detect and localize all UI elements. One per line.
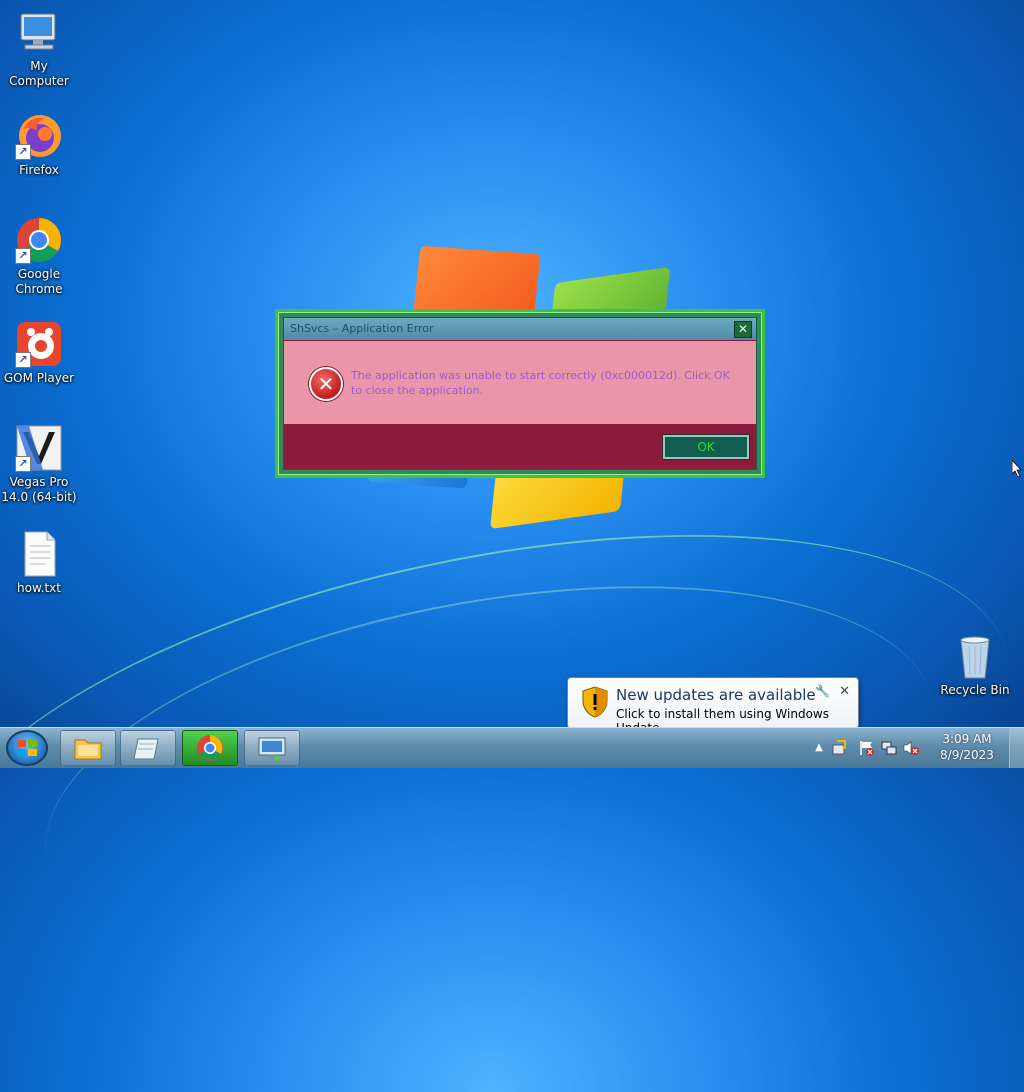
- desktop-icon-label: how.txt: [17, 581, 61, 595]
- dialog-frame: ShSvcs – Application Error ✕ ✕ The appli…: [283, 317, 757, 470]
- computer-icon: [15, 8, 63, 56]
- shortcut-arrow-icon: ↗: [15, 352, 31, 368]
- shortcut-arrow-icon: ↗: [15, 456, 31, 472]
- recycle-bin-icon: [951, 632, 999, 680]
- dialog-title: ShSvcs – Application Error: [284, 318, 756, 340]
- ok-button[interactable]: OK: [663, 435, 749, 459]
- notification-options-icon[interactable]: 🔧: [815, 684, 830, 698]
- windows-update-notification[interactable]: New updates are available Click to insta…: [567, 677, 859, 738]
- mouse-cursor-icon: [1012, 460, 1022, 478]
- system-tray: ▲ 3:09 AM 8/9/2023: [809, 728, 1024, 768]
- network-icon[interactable]: [881, 740, 897, 756]
- vegas-pro-icon: ↗: [15, 424, 63, 472]
- desktop-icon-recycle-bin[interactable]: Recycle Bin: [936, 632, 1014, 698]
- desktop-icon-label: Vegas Pro 14.0 (64-bit): [1, 475, 77, 504]
- volume-muted-icon[interactable]: [903, 740, 919, 756]
- application-error-dialog: ShSvcs – Application Error ✕ ✕ The appli…: [275, 309, 765, 478]
- security-shield-icon: [582, 686, 608, 718]
- windows-logo-icon: [17, 740, 37, 756]
- desktop-icon-label: GOM Player: [3, 371, 75, 385]
- desktop-icon-label: My Computer: [9, 59, 69, 88]
- taskbar-remote-desktop[interactable]: [244, 730, 300, 766]
- dialog-message: The application was unable to start corr…: [351, 369, 730, 397]
- desktop-icon-how-txt[interactable]: how.txt: [0, 530, 78, 596]
- chrome-icon: ↗: [15, 216, 63, 264]
- taskbar-windows-explorer[interactable]: [60, 730, 116, 766]
- desktop-icon-firefox[interactable]: ↗ Firefox: [0, 112, 78, 178]
- shortcut-arrow-icon: ↗: [15, 144, 31, 160]
- clock-date: 8/9/2023: [940, 748, 994, 762]
- notification-close-button[interactable]: ✕: [839, 684, 850, 699]
- dialog-body: ✕ The application was unable to start co…: [284, 341, 756, 424]
- chrome-icon: [197, 735, 223, 761]
- desktop-icon-google-chrome[interactable]: ↗ Google Chrome: [0, 216, 78, 297]
- desktop-icon-my-computer[interactable]: My Computer: [0, 8, 78, 89]
- error-icon: ✕: [309, 367, 343, 401]
- taskbar-google-chrome[interactable]: [182, 730, 238, 766]
- desktop-icon-label: Google Chrome: [15, 267, 63, 296]
- notification-title: New updates are available: [616, 686, 816, 704]
- gom-player-icon: ↗: [15, 320, 63, 368]
- desktop-icon-vegas-pro[interactable]: ↗ Vegas Pro 14.0 (64-bit): [0, 424, 78, 505]
- system-clock[interactable]: 3:09 AM 8/9/2023: [932, 731, 1002, 763]
- start-button[interactable]: [6, 730, 48, 766]
- shortcut-arrow-icon: ↗: [15, 248, 31, 264]
- clock-time: 3:09 AM: [942, 732, 992, 746]
- desktop-icon-gom-player[interactable]: ↗ GOM Player: [0, 320, 78, 386]
- action-center-icon[interactable]: [831, 740, 847, 756]
- folder-icon: [74, 739, 102, 760]
- desktop-icon-label: Recycle Bin: [940, 683, 1010, 697]
- notepad-icon: [133, 738, 159, 760]
- show-desktop-button[interactable]: [1009, 728, 1024, 768]
- desktop-icon-label: Firefox: [19, 163, 59, 177]
- taskbar-notepad[interactable]: [120, 730, 176, 766]
- show-hidden-icons-button[interactable]: ▲: [811, 740, 827, 756]
- firefox-icon: ↗: [15, 112, 63, 160]
- flag-warning-icon[interactable]: [859, 740, 875, 756]
- remote-desktop-icon: [258, 737, 286, 761]
- text-file-icon: [15, 530, 63, 578]
- taskbar: ▲ 3:09 AM 8/9/2023: [0, 727, 1024, 768]
- dialog-close-button[interactable]: ✕: [734, 321, 752, 338]
